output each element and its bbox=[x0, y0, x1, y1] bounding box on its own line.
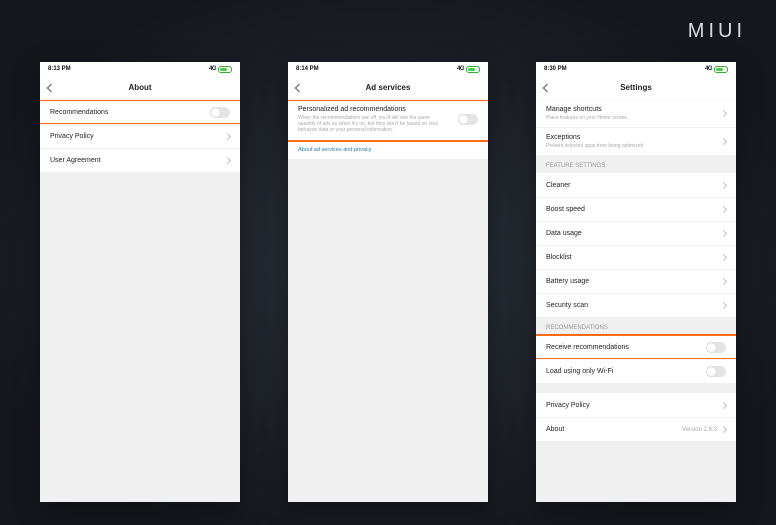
title-bar: About bbox=[40, 76, 240, 100]
chevron-right-icon bbox=[224, 157, 231, 164]
signal-label: 4G bbox=[705, 66, 712, 72]
row-label: Manage shortcuts bbox=[546, 106, 627, 113]
row-subtitle: When the recommendations are off, you'll… bbox=[298, 115, 443, 133]
row-privacy[interactable]: Privacy Policy bbox=[40, 124, 240, 148]
row-label: Cleaner bbox=[546, 182, 571, 189]
chevron-right-icon bbox=[720, 302, 727, 309]
chevron-right-icon bbox=[720, 278, 727, 285]
chevron-right-icon bbox=[224, 133, 231, 140]
chevron-right-icon bbox=[720, 401, 727, 408]
title-bar: Ad services bbox=[288, 76, 488, 100]
row-battery-usage[interactable]: Battery usage bbox=[536, 269, 736, 293]
row-manage-shortcuts[interactable]: Manage shortcuts Place features on your … bbox=[536, 100, 736, 127]
row-label: Recommendations bbox=[50, 109, 108, 116]
phone-about: 8:13 PM 4G About Recommendations Privacy… bbox=[40, 62, 240, 502]
toggle-recommendations[interactable] bbox=[210, 107, 230, 118]
row-label: Receive recommendations bbox=[546, 344, 629, 351]
back-button[interactable] bbox=[296, 76, 302, 99]
row-label: Privacy Policy bbox=[546, 402, 590, 409]
phone-ad-services: 8:14 PM 4G Ad services Personalized ad r… bbox=[288, 62, 488, 502]
toggle-receive-recommendations[interactable] bbox=[706, 342, 726, 353]
row-wifi-only[interactable]: Load using only Wi-Fi bbox=[536, 359, 736, 383]
status-time: 8:13 PM bbox=[48, 66, 71, 72]
row-label: Personalized ad recommendations bbox=[298, 106, 443, 113]
row-label: Boost speed bbox=[546, 206, 585, 213]
status-time: 8:14 PM bbox=[296, 66, 319, 72]
phones-row: 8:13 PM 4G About Recommendations Privacy… bbox=[0, 62, 776, 502]
row-receive-recommendations[interactable]: Receive recommendations bbox=[536, 335, 736, 359]
row-label: User Agreement bbox=[50, 157, 101, 164]
status-bar: 8:13 PM 4G bbox=[40, 62, 240, 76]
row-about[interactable]: About Version 2.6.3 bbox=[536, 417, 736, 441]
status-bar: 8:30 PM 4G bbox=[536, 62, 736, 76]
row-personalized-ads[interactable]: Personalized ad recommendations When the… bbox=[288, 100, 488, 141]
battery-icon bbox=[218, 66, 232, 73]
page-title: About bbox=[128, 83, 151, 92]
chevron-right-icon bbox=[720, 254, 727, 261]
link-ad-privacy[interactable]: About ad services and privacy bbox=[288, 141, 488, 159]
row-recommendations[interactable]: Recommendations bbox=[40, 100, 240, 124]
chevron-right-icon bbox=[720, 181, 727, 188]
row-boost-speed[interactable]: Boost speed bbox=[536, 197, 736, 221]
back-button[interactable] bbox=[48, 76, 54, 99]
battery-icon bbox=[714, 66, 728, 73]
row-agreement[interactable]: User Agreement bbox=[40, 148, 240, 172]
row-security-scan[interactable]: Security scan bbox=[536, 293, 736, 317]
row-data-usage[interactable]: Data usage bbox=[536, 221, 736, 245]
row-label: Exceptions bbox=[546, 134, 643, 141]
row-subtitle: Prevent selected apps from being optimiz… bbox=[546, 143, 643, 149]
row-cleaner[interactable]: Cleaner bbox=[536, 173, 736, 197]
row-label: Battery usage bbox=[546, 278, 589, 285]
about-version: Version 2.6.3 bbox=[682, 427, 717, 433]
chevron-right-icon bbox=[720, 230, 727, 237]
row-label: Security scan bbox=[546, 302, 588, 309]
toggle-wifi-only[interactable] bbox=[706, 366, 726, 377]
row-label: About bbox=[546, 426, 564, 433]
row-subtitle: Place features on your Home screen bbox=[546, 115, 627, 121]
row-label: Data usage bbox=[546, 230, 582, 237]
section-feature-settings: FEATURE SETTINGS bbox=[536, 155, 736, 173]
chevron-right-icon bbox=[720, 138, 727, 145]
row-label: Blocklist bbox=[546, 254, 572, 261]
chevron-left-icon bbox=[47, 83, 55, 91]
chevron-left-icon bbox=[295, 83, 303, 91]
row-label: Load using only Wi-Fi bbox=[546, 368, 613, 375]
row-exceptions[interactable]: Exceptions Prevent selected apps from be… bbox=[536, 127, 736, 155]
toggle-personalized-ads[interactable] bbox=[458, 114, 478, 125]
row-privacy-policy[interactable]: Privacy Policy bbox=[536, 393, 736, 417]
status-time: 8:30 PM bbox=[544, 66, 567, 72]
page-title: Settings bbox=[620, 83, 652, 92]
chevron-right-icon bbox=[720, 110, 727, 117]
signal-label: 4G bbox=[457, 66, 464, 72]
phone-settings: 8:30 PM 4G Settings Manage shortcuts Pla… bbox=[536, 62, 736, 502]
row-blocklist[interactable]: Blocklist bbox=[536, 245, 736, 269]
status-bar: 8:14 PM 4G bbox=[288, 62, 488, 76]
row-label: Privacy Policy bbox=[50, 133, 94, 140]
section-recommendations: RECOMMENDATIONS bbox=[536, 317, 736, 335]
chevron-right-icon bbox=[720, 426, 727, 433]
page-title: Ad services bbox=[366, 83, 411, 92]
chevron-left-icon bbox=[543, 83, 551, 91]
brand-logo: MIUI bbox=[688, 20, 746, 43]
signal-label: 4G bbox=[209, 66, 216, 72]
back-button[interactable] bbox=[544, 76, 550, 99]
title-bar: Settings bbox=[536, 76, 736, 100]
battery-icon bbox=[466, 66, 480, 73]
chevron-right-icon bbox=[720, 206, 727, 213]
